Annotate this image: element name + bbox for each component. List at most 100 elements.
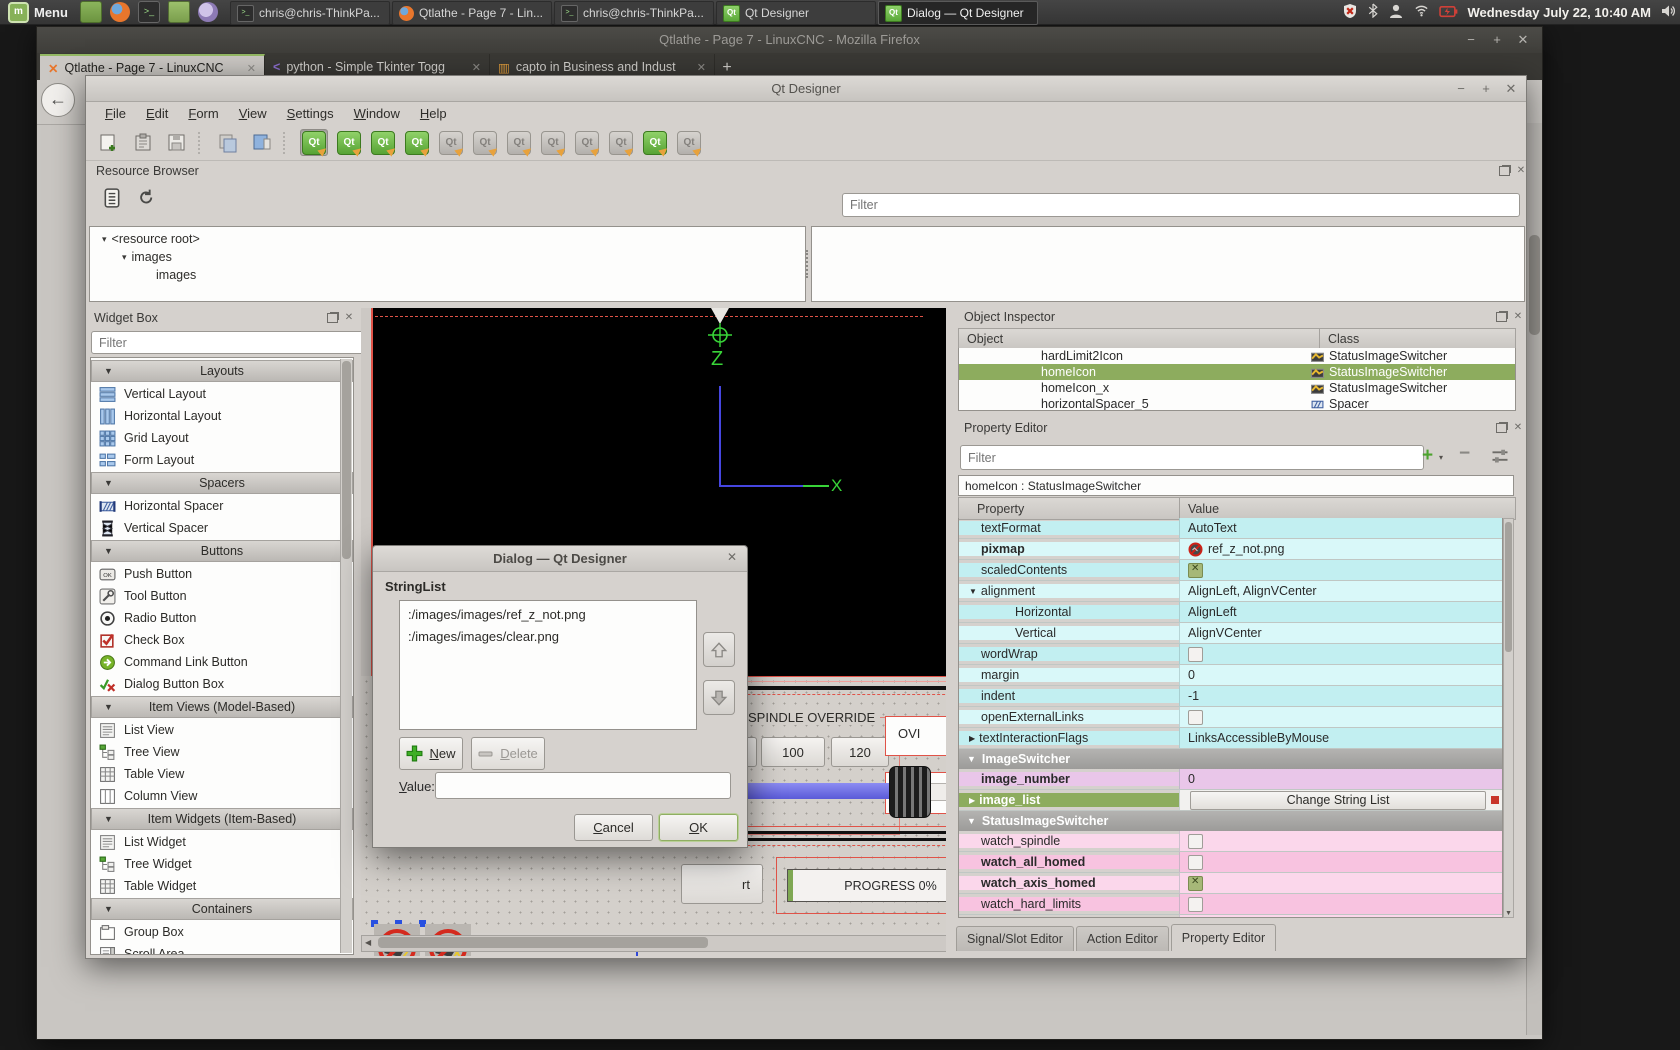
column-object[interactable]: Object	[959, 332, 1319, 346]
dock-close-icon[interactable]: ✕	[1512, 422, 1524, 434]
edit-buddies-icon[interactable]: Qt	[370, 130, 396, 155]
security-shield-icon[interactable]	[1342, 3, 1358, 22]
expand-icon[interactable]: ▾	[102, 234, 107, 245]
property-name[interactable]: image_number	[959, 772, 1179, 786]
user-account-icon[interactable]	[1388, 3, 1404, 22]
value-checkbox[interactable]	[1188, 834, 1203, 849]
stringlist-item[interactable]: :/images/images/clear.png	[400, 626, 696, 648]
add-property-icon[interactable]: +	[1422, 445, 1433, 467]
scroll-down-icon[interactable]: ▲	[1505, 909, 1512, 916]
move-up-button[interactable]	[703, 632, 735, 667]
widget-item-vertical-layout[interactable]: Vertical Layout	[91, 383, 353, 405]
layout-form-icon[interactable]: Qt	[574, 130, 600, 155]
dialog-titlebar[interactable]: Dialog — Qt Designer	[373, 546, 747, 572]
clipboard-icon[interactable]	[130, 130, 156, 155]
widget-category-item-widgets-item-based-[interactable]: ▼Item Widgets (Item-Based)	[91, 808, 353, 830]
clipped-restart-button[interactable]: rt	[681, 864, 763, 904]
widget-item-table-view[interactable]: Table View	[91, 763, 353, 785]
ok-button[interactable]: OK	[659, 814, 738, 841]
property-value[interactable]	[1179, 644, 1502, 664]
property-value[interactable]: AlignVCenter	[1179, 623, 1502, 643]
widget-item-horizontal-layout[interactable]: Horizontal Layout	[91, 405, 353, 427]
widget-item-tree-widget[interactable]: Tree Widget	[91, 853, 353, 875]
configure-property-editor-icon[interactable]	[1490, 446, 1510, 469]
taskbar-button[interactable]: QtDialog — Qt Designer	[878, 1, 1038, 25]
value-checkbox[interactable]	[1188, 897, 1203, 912]
widget-category-item-views-model-based-[interactable]: ▼Item Views (Model-Based)	[91, 696, 353, 718]
tab-close-icon[interactable]: ✕	[472, 61, 481, 74]
stringlist-listbox[interactable]: :/images/images/ref_z_not.png:/images/im…	[399, 600, 697, 730]
widget-item-list-widget[interactable]: List Widget	[91, 831, 353, 853]
scrollbar-thumb[interactable]	[378, 937, 708, 948]
value-checkbox[interactable]	[1188, 710, 1203, 725]
property-value[interactable]: Change String List	[1179, 790, 1502, 810]
override-button-120[interactable]: 120	[831, 737, 889, 767]
resource-tree-item[interactable]: images	[96, 266, 805, 284]
property-value[interactable]: -1	[1179, 686, 1502, 706]
property-name[interactable]: pixmap	[959, 542, 1179, 556]
widget-item-vertical-spacer[interactable]: Vertical Spacer	[91, 517, 353, 539]
taskbar-button[interactable]: >_chris@chris-ThinkPa...	[230, 1, 390, 25]
property-name[interactable]: ▶image_list	[959, 793, 1179, 807]
save-form-icon[interactable]	[164, 130, 190, 155]
widget-category-buttons[interactable]: ▼Buttons	[91, 540, 353, 562]
break-layout-icon[interactable]: Qt	[642, 130, 668, 155]
cascade-view-icon[interactable]	[215, 130, 241, 155]
resource-tree-item[interactable]: ▾images	[96, 248, 805, 266]
files-launcher-icon[interactable]	[168, 1, 190, 23]
override-button-100[interactable]: 100	[761, 737, 825, 767]
property-scrollbar[interactable]: ▲	[1503, 518, 1514, 918]
property-name[interactable]: wordWrap	[959, 647, 1179, 661]
firefox-close-button[interactable]: ✕	[1514, 31, 1532, 49]
battery-icon[interactable]	[1439, 4, 1458, 21]
firefox-launcher-icon[interactable]	[110, 2, 130, 22]
property-name[interactable]: textFormat	[959, 521, 1179, 535]
property-row-indent[interactable]: indent-1	[959, 686, 1502, 707]
reset-property-icon[interactable]	[1491, 796, 1499, 804]
widget-item-column-view[interactable]: Column View	[91, 785, 353, 807]
property-value[interactable]	[1179, 707, 1502, 727]
layout-splitter-v-icon[interactable]: Qt	[540, 130, 566, 155]
widget-item-check-box[interactable]: Check Box	[91, 629, 353, 651]
adjust-size-icon[interactable]: Qt	[676, 130, 702, 155]
property-row-image_list[interactable]: ▶image_listChange String List	[959, 790, 1502, 811]
property-row-watch_axis_homed[interactable]: watch_axis_homed	[959, 873, 1502, 894]
dock-float-icon[interactable]	[1499, 166, 1510, 176]
property-value[interactable]	[1179, 894, 1502, 914]
value-checkbox[interactable]	[1188, 647, 1203, 662]
clock[interactable]: Wednesday July 22, 10:40 AM	[1467, 5, 1651, 20]
volume-icon[interactable]	[1660, 3, 1676, 22]
property-filter-input[interactable]	[960, 445, 1424, 470]
menu-file[interactable]: File	[96, 104, 135, 123]
qt-minimize-button[interactable]: −	[1452, 80, 1470, 98]
edit-resources-icon[interactable]	[103, 188, 121, 211]
messenger-launcher-icon[interactable]	[198, 2, 218, 22]
column-value[interactable]: Value	[1179, 498, 1219, 519]
edit-widgets-icon[interactable]: Qt	[300, 129, 328, 156]
value-checkbox[interactable]	[1188, 855, 1203, 870]
cancel-button[interactable]: Cancel	[574, 814, 653, 841]
property-row-textinteractionflags[interactable]: ▶textInteractionFlagsLinksAccessibleByMo…	[959, 728, 1502, 749]
object-inspector-header[interactable]: Object Class	[958, 328, 1516, 350]
tab-action-editor[interactable]: Action Editor	[1076, 926, 1169, 951]
widget-item-scroll-area[interactable]: Scroll Area	[91, 943, 353, 955]
inspector-row[interactable]: homeIconStatusImageSwitcher	[959, 364, 1515, 380]
widget-item-tree-view[interactable]: Tree View	[91, 741, 353, 763]
property-name[interactable]: ▼alignment	[959, 584, 1179, 598]
column-property[interactable]: Property	[959, 502, 1179, 516]
new-form-icon[interactable]	[96, 130, 122, 155]
property-name[interactable]: watch_all_homed	[959, 855, 1179, 869]
property-row-alignment[interactable]: ▼alignmentAlignLeft, AlignVCenter	[959, 581, 1502, 602]
menu-view[interactable]: View	[230, 104, 276, 123]
property-name[interactable]: openExternalLinks	[959, 710, 1179, 724]
column-class[interactable]: Class	[1319, 329, 1359, 349]
property-name[interactable]: watch_axis_homed	[959, 876, 1179, 890]
tile-view-icon[interactable]	[249, 130, 275, 155]
tab-signal-slot-editor[interactable]: Signal/Slot Editor	[956, 926, 1074, 951]
property-value[interactable]	[1179, 873, 1502, 893]
menu-settings[interactable]: Settings	[278, 104, 343, 123]
tab-close-icon[interactable]: ✕	[697, 61, 706, 74]
collapse-icon[interactable]: ▶	[969, 734, 975, 743]
property-row-textformat[interactable]: textFormatAutoText	[959, 518, 1502, 539]
inspector-row[interactable]: horizontalSpacer_5Spacer	[959, 396, 1515, 411]
